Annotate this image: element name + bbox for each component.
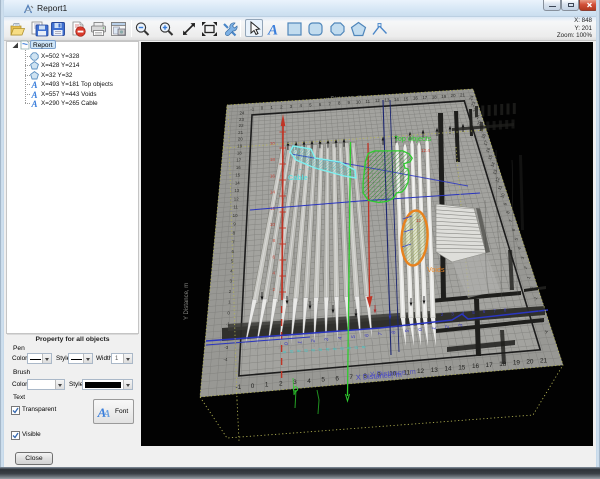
svg-text:~: ~	[324, 167, 327, 172]
svg-text:18: 18	[270, 157, 276, 162]
svg-text:-1: -1	[226, 322, 230, 327]
svg-text:15: 15	[458, 364, 466, 371]
svg-text:A: A	[30, 99, 37, 108]
svg-text:22: 22	[239, 123, 244, 128]
svg-text:20: 20	[238, 137, 243, 142]
svg-text:Voids: Voids	[427, 265, 445, 274]
svg-text:4: 4	[272, 271, 275, 276]
svg-text:12: 12	[375, 98, 380, 103]
svg-text:20: 20	[526, 359, 534, 366]
svg-text:16: 16	[413, 96, 418, 101]
svg-text:18: 18	[237, 151, 242, 156]
svg-text:14: 14	[444, 366, 452, 373]
svg-text:5: 5	[321, 377, 325, 384]
svg-text:20: 20	[270, 141, 276, 146]
svg-text:21: 21	[540, 357, 548, 364]
svg-text:2: 2	[441, 312, 444, 317]
svg-text:24: 24	[239, 110, 244, 115]
svg-text:13: 13	[234, 188, 239, 193]
svg-text:8: 8	[272, 238, 275, 243]
svg-text:7: 7	[493, 308, 496, 313]
svg-text:12: 12	[416, 218, 421, 223]
svg-text:10: 10	[233, 213, 238, 218]
svg-text:10: 10	[270, 222, 276, 227]
svg-text:12: 12	[234, 196, 239, 201]
svg-text:11: 11	[233, 205, 238, 210]
svg-text:14: 14	[270, 190, 276, 195]
svg-text:Top objects: Top objects	[394, 134, 432, 143]
svg-text:15: 15	[403, 96, 408, 101]
svg-text:Cable: Cable	[288, 173, 308, 182]
svg-text:17: 17	[236, 158, 241, 163]
svg-text:-3: -3	[224, 345, 228, 350]
svg-text:~: ~	[333, 167, 336, 172]
svg-text:14: 14	[235, 180, 240, 185]
svg-text:A: A	[30, 80, 37, 89]
svg-text:~: ~	[341, 166, 344, 171]
svg-text:8: 8	[504, 308, 507, 313]
svg-text:A: A	[267, 23, 278, 38]
svg-text:18: 18	[432, 94, 437, 99]
svg-text:17: 17	[486, 362, 494, 369]
svg-text:3: 3	[451, 311, 454, 316]
svg-text:3: 3	[293, 379, 297, 386]
svg-text:2: 2	[279, 380, 283, 387]
svg-text:2: 2	[272, 287, 275, 292]
svg-text:1: 1	[265, 382, 269, 389]
svg-text:17: 17	[422, 95, 427, 100]
svg-text:7: 7	[349, 374, 353, 381]
svg-text:16: 16	[270, 173, 276, 178]
svg-text:15: 15	[235, 173, 240, 178]
svg-text:19: 19	[441, 94, 446, 99]
svg-text:19: 19	[513, 360, 521, 367]
svg-text:13: 13	[384, 98, 389, 103]
svg-text:18: 18	[499, 361, 507, 368]
svg-text:21: 21	[238, 130, 243, 135]
svg-text:A: A	[30, 90, 37, 99]
svg-text:12.4: 12.4	[421, 148, 430, 153]
svg-text:-2: -2	[225, 333, 229, 338]
svg-text:4: 4	[307, 378, 311, 385]
svg-text:~: ~	[299, 168, 302, 173]
svg-text:16: 16	[236, 165, 241, 170]
svg-text:~: ~	[307, 168, 310, 173]
svg-text:0: 0	[251, 383, 255, 390]
svg-text:6: 6	[272, 254, 275, 259]
svg-text:5: 5	[472, 310, 475, 315]
svg-text:6: 6	[335, 375, 339, 382]
svg-text:~: ~	[316, 167, 319, 172]
svg-text:-1: -1	[235, 384, 241, 391]
svg-text:A: A	[103, 409, 111, 420]
svg-text:19: 19	[237, 144, 242, 149]
svg-text:23: 23	[239, 117, 244, 122]
svg-text:Y Distance, m: Y Distance, m	[184, 283, 190, 320]
svg-text:6: 6	[483, 309, 486, 314]
svg-text:-1: -1	[250, 106, 254, 111]
svg-text:11: 11	[366, 99, 371, 104]
svg-text:14: 14	[394, 97, 399, 102]
svg-text:4: 4	[462, 311, 465, 316]
svg-text:-4: -4	[224, 357, 228, 362]
svg-text:20: 20	[451, 93, 456, 98]
svg-text:16: 16	[472, 363, 480, 370]
svg-text:21: 21	[460, 93, 465, 98]
svg-text:12: 12	[417, 368, 425, 375]
svg-text:13: 13	[431, 367, 439, 374]
